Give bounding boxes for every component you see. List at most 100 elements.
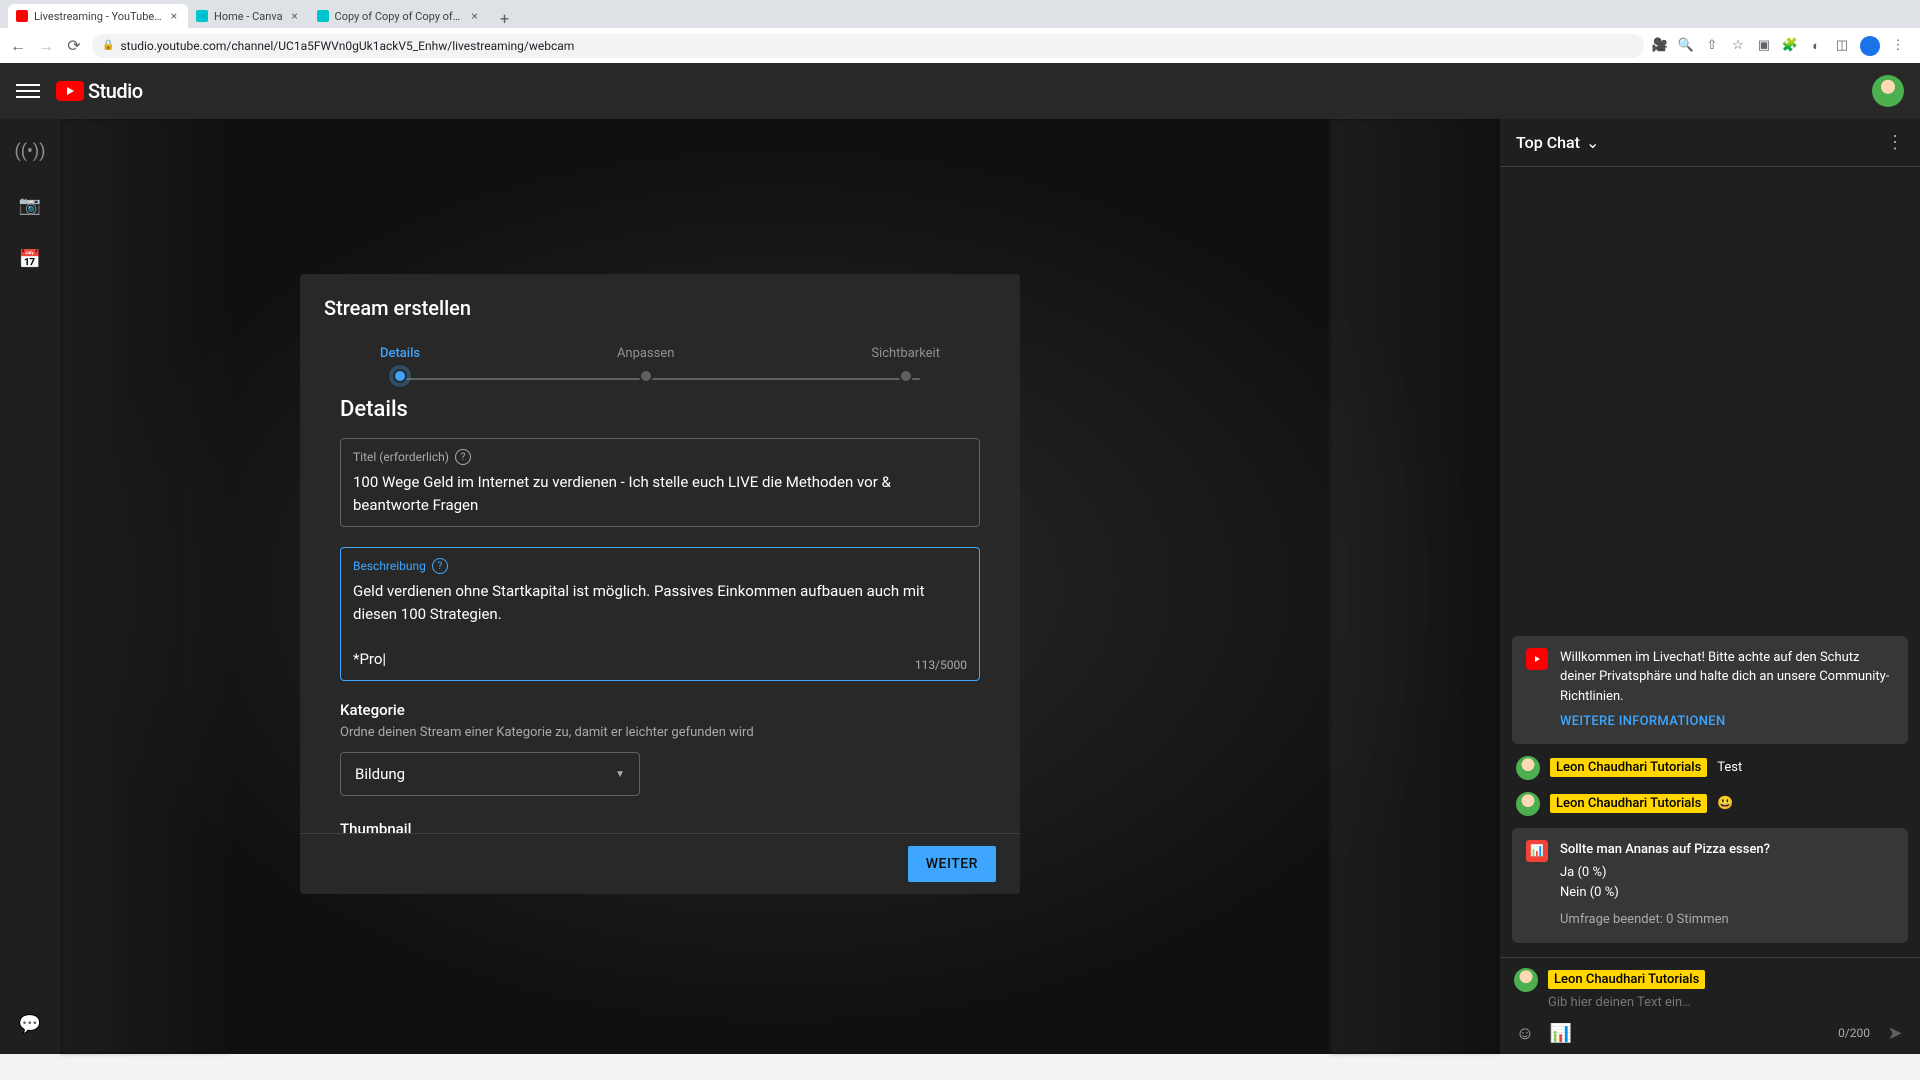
chat-input[interactable] <box>1548 995 1906 1010</box>
poll-button[interactable]: 📊 <box>1550 1022 1572 1044</box>
menu-icon[interactable]: ⋮ <box>1890 38 1906 54</box>
favicon-canva <box>196 10 208 22</box>
details-heading: Details <box>340 397 980 422</box>
modal-title: Stream erstellen <box>300 274 1020 330</box>
close-icon[interactable]: × <box>289 10 301 22</box>
message-text: 😃 <box>1717 796 1733 811</box>
modal-body[interactable]: Details Titel (erforderlich) ? 100 Wege … <box>300 383 1020 833</box>
more-info-link[interactable]: WEITERE INFORMATIONEN <box>1560 712 1894 732</box>
address-bar: ← → ⟳ 🔒 studio.youtube.com/channel/UC1a5… <box>0 28 1920 63</box>
favicon-youtube <box>16 10 28 22</box>
back-button[interactable]: ← <box>8 36 28 56</box>
welcome-card: Willkommen im Livechat! Bitte achte auf … <box>1512 636 1908 744</box>
title-input[interactable]: 100 Wege Geld im Internet zu verdienen -… <box>353 471 967 516</box>
profile-avatar[interactable] <box>1860 36 1880 56</box>
help-icon[interactable]: ? <box>455 449 471 465</box>
category-select[interactable]: Bildung ▼ <box>340 752 640 796</box>
extension-icon[interactable]: ▣ <box>1756 38 1772 54</box>
avatar[interactable] <box>1516 756 1540 780</box>
user-avatar[interactable] <box>1872 75 1904 107</box>
modal-footer: WEITER <box>300 833 1020 894</box>
char-counter: 0/200 <box>1838 1026 1870 1040</box>
emoji-button[interactable]: ☺ <box>1514 1022 1536 1044</box>
browser-chrome: Livestreaming - YouTube S × Home - Canva… <box>0 0 1920 63</box>
help-icon[interactable]: ? <box>432 558 448 574</box>
chat-input-area: Leon Chaudhari Tutorials ☺ 📊 0/200 ➤ <box>1500 957 1920 1054</box>
step-dot <box>393 369 407 383</box>
youtube-icon <box>1526 648 1548 670</box>
poll-option: Nein (0 %) <box>1560 883 1770 904</box>
webcam-icon[interactable]: 📷 <box>18 193 42 217</box>
title-label: Titel (erforderlich) ? <box>353 449 967 465</box>
close-icon[interactable]: × <box>168 10 180 22</box>
extension-icon[interactable]: ◫ <box>1834 38 1850 54</box>
lock-icon: 🔒 <box>102 40 114 51</box>
menu-button[interactable] <box>16 79 40 103</box>
tab-youtube[interactable]: Livestreaming - YouTube S × <box>8 4 188 28</box>
chat-menu-button[interactable]: ⋮ <box>1886 132 1904 153</box>
url-input[interactable]: 🔒 studio.youtube.com/channel/UC1a5FWVn0g… <box>92 34 1644 58</box>
thumbnail-heading: Thumbnail <box>340 820 980 833</box>
title-field[interactable]: Titel (erforderlich) ? 100 Wege Geld im … <box>340 438 980 527</box>
message-author[interactable]: Leon Chaudhari Tutorials <box>1550 794 1707 813</box>
stepper: Details Anpassen Sichtbarkeit <box>300 330 1020 383</box>
calendar-icon[interactable]: 📅 <box>18 247 42 271</box>
poll-icon: 📊 <box>1526 840 1548 862</box>
tab-strip: Livestreaming - YouTube S × Home - Canva… <box>0 0 1920 28</box>
next-button[interactable]: WEITER <box>908 846 996 882</box>
close-icon[interactable]: × <box>469 10 481 22</box>
live-chat-panel: Top Chat ⌄ ⋮ Willkommen im Livechat! Bit… <box>1500 119 1920 1054</box>
description-input[interactable]: Geld verdienen ohne Startkapital ist mög… <box>353 580 967 670</box>
chevron-down-icon: ⌄ <box>1586 133 1599 152</box>
youtube-studio-app: Studio ((•)) 📷 📅 💬 Stream erstellen Deta… <box>0 63 1920 1054</box>
chat-mode-selector[interactable]: Top Chat ⌄ <box>1516 133 1599 152</box>
favicon-canva <box>317 10 329 22</box>
tab-canva[interactable]: Home - Canva × <box>188 4 309 28</box>
chat-message: Leon Chaudhari Tutorials 😃 <box>1500 786 1920 822</box>
message-author[interactable]: Leon Chaudhari Tutorials <box>1550 758 1707 777</box>
chevron-down-icon: ▼ <box>615 769 625 780</box>
share-icon[interactable]: ⇧ <box>1704 38 1720 54</box>
star-icon[interactable]: ☆ <box>1730 38 1746 54</box>
left-rail: ((•)) 📷 📅 <box>0 119 60 1054</box>
avatar[interactable] <box>1516 792 1540 816</box>
extension-icon[interactable]: ◐ <box>1808 38 1824 54</box>
app-header: Studio <box>0 63 1920 119</box>
poll-option: Ja (0 %) <box>1560 863 1770 884</box>
avatar[interactable] <box>1514 968 1538 992</box>
main-area: Stream erstellen Details Anpassen Sichtb… <box>60 119 1500 1054</box>
step-dot <box>899 369 913 383</box>
zoom-icon[interactable]: 🔍 <box>1678 38 1694 54</box>
reload-button[interactable]: ⟳ <box>64 36 84 56</box>
poll-result: Umfrage beendet: 0 Stimmen <box>1560 910 1770 931</box>
input-author-badge: Leon Chaudhari Tutorials <box>1548 970 1705 989</box>
forward-button[interactable]: → <box>36 36 56 56</box>
youtube-studio-logo[interactable]: Studio <box>56 79 143 103</box>
poll-card: 📊 Sollte man Ananas auf Pizza essen? Ja … <box>1512 828 1908 943</box>
step-customize[interactable]: Anpassen <box>617 346 675 383</box>
send-button[interactable]: ➤ <box>1884 1022 1906 1044</box>
char-counter: 113/5000 <box>915 658 967 672</box>
create-stream-modal: Stream erstellen Details Anpassen Sichtb… <box>300 274 1020 894</box>
youtube-icon <box>56 81 84 101</box>
media-icon[interactable]: 🎥 <box>1652 38 1668 54</box>
feedback-button[interactable]: 💬 <box>16 1010 44 1038</box>
description-label: Beschreibung ? <box>353 558 967 574</box>
poll-question: Sollte man Ananas auf Pizza essen? <box>1560 840 1770 861</box>
blur-decoration <box>60 119 230 1054</box>
step-details[interactable]: Details <box>380 346 420 383</box>
step-dot <box>639 369 653 383</box>
new-tab-button[interactable]: + <box>495 8 515 28</box>
puzzle-icon[interactable]: 🧩 <box>1782 38 1798 54</box>
tab-canva-copy[interactable]: Copy of Copy of Copy of Copy × <box>309 4 489 28</box>
step-visibility[interactable]: Sichtbarkeit <box>871 346 940 383</box>
blur-decoration <box>1330 119 1500 1054</box>
category-heading: Kategorie <box>340 701 980 719</box>
chat-header: Top Chat ⌄ ⋮ <box>1500 119 1920 167</box>
message-text: Test <box>1717 760 1742 775</box>
chat-message: Leon Chaudhari Tutorials Test <box>1500 750 1920 786</box>
stream-icon[interactable]: ((•)) <box>18 139 42 163</box>
chat-messages[interactable]: Willkommen im Livechat! Bitte achte auf … <box>1500 167 1920 957</box>
category-description: Ordne deinen Stream einer Kategorie zu, … <box>340 725 980 740</box>
description-field[interactable]: Beschreibung ? Geld verdienen ohne Start… <box>340 547 980 681</box>
